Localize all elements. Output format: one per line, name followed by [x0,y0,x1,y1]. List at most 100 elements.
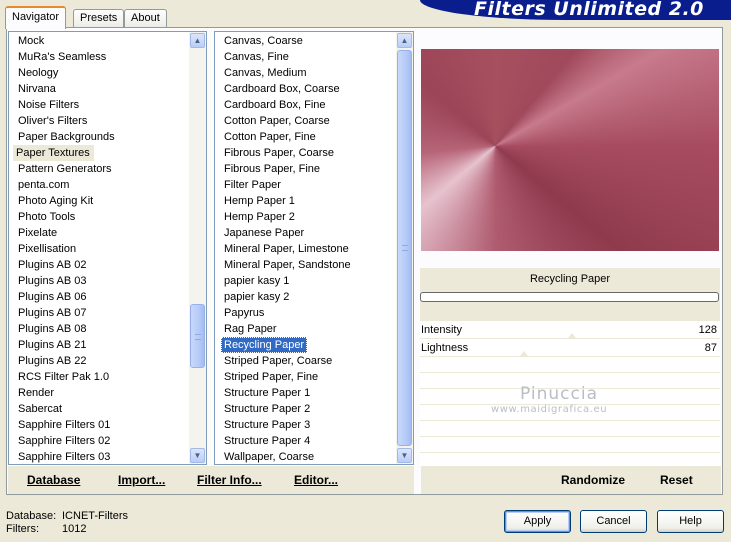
help-button[interactable]: Help [657,510,724,533]
list-item[interactable]: Recycling Paper [221,337,308,353]
slider-lightness[interactable]: Lightness 87 [420,338,720,356]
list-item[interactable]: Plugins AB 06 [11,289,206,305]
randomize-button[interactable]: Randomize [561,466,625,494]
list-item[interactable]: Papyrus [217,305,413,321]
chevron-up-icon: ▲ [193,36,202,45]
scroll-down-button[interactable]: ▼ [190,448,205,463]
watermark-url: www.maidigrafica.eu [491,404,608,415]
list-item[interactable]: Plugins AB 08 [11,321,206,337]
list-item[interactable]: Photo Aging Kit [11,193,206,209]
list-item[interactable]: Canvas, Fine [217,49,413,65]
list-item[interactable]: Sapphire Filters 02 [11,433,206,449]
import-button[interactable]: Import... [118,466,165,494]
tab-navigator[interactable]: Navigator [5,6,67,29]
list-item[interactable]: Structure Paper 1 [217,385,413,401]
scroll-thumb[interactable] [397,50,412,446]
filter-info-button[interactable]: Filter Info... [197,466,262,494]
list-item[interactable]: Neology [11,65,206,81]
editor-button[interactable]: Editor... [294,466,338,494]
list-item[interactable]: Cotton Paper, Fine [217,129,413,145]
filter-name-label: Recycling Paper [529,273,611,285]
filter-preview-image [421,49,719,251]
category-scrollbar[interactable]: ▲ ▼ [189,32,206,464]
filter-scrollbar[interactable]: ▲ ▼ [396,32,413,464]
slider-value: 128 [698,324,717,336]
slider-value: 87 [704,342,717,354]
list-item[interactable]: Rag Paper [217,321,413,337]
list-item[interactable]: Plugins AB 21 [11,337,206,353]
reset-button[interactable]: Reset [660,466,693,494]
list-item[interactable]: Cardboard Box, Coarse [217,81,413,97]
slider-label: Lightness [421,342,469,354]
list-item[interactable]: Cardboard Box, Fine [217,97,413,113]
list-item[interactable]: Photo Tools [11,209,206,225]
list-item[interactable]: Mock [11,33,206,49]
list-item[interactable]: Plugins AB 22 [11,353,206,369]
list-item[interactable]: Oliver's Filters [11,113,206,129]
list-item[interactable]: Sabercat [11,401,206,417]
chevron-down-icon: ▼ [193,451,202,460]
filter-listbox[interactable]: Canvas, Coarse Canvas, Fine Canvas, Medium… [214,31,414,465]
list-item[interactable]: Striped Paper, Coarse [217,353,413,369]
list-item[interactable]: Structure Paper 3 [217,417,413,433]
list-item[interactable]: Pixelate [11,225,206,241]
slider-intensity[interactable]: Intensity 128 [420,320,720,338]
slider-label: Intensity [421,324,462,336]
list-item[interactable]: Render [11,385,206,401]
scroll-up-button[interactable]: ▲ [397,33,412,48]
database-value: ICNET-Filters [62,510,128,522]
grip-icon [402,245,408,251]
apply-button[interactable]: Apply [504,510,571,533]
list-item[interactable]: Plugins AB 03 [11,273,206,289]
list-item[interactable]: Nirvana [11,81,206,97]
database-button[interactable]: Database [27,466,80,494]
list-item[interactable]: Hemp Paper 2 [217,209,413,225]
grip-icon [195,334,201,340]
list-item[interactable]: Pixellisation [11,241,206,257]
chevron-up-icon: ▲ [400,36,409,45]
list-item[interactable]: Structure Paper 2 [217,401,413,417]
empty-slider-row [420,436,720,452]
list-item[interactable]: Plugins AB 07 [11,305,206,321]
empty-slider-row [420,356,720,372]
list-item[interactable]: Cotton Paper, Coarse [217,113,413,129]
list-item[interactable]: penta.com [11,177,206,193]
scroll-up-button[interactable]: ▲ [190,33,205,48]
filters-label: Filters: [6,523,39,535]
list-item[interactable]: Mineral Paper, Sandstone [217,257,413,273]
scroll-down-button[interactable]: ▼ [397,448,412,463]
list-item[interactable]: Japanese Paper [217,225,413,241]
list-item[interactable]: Paper Backgrounds [11,129,206,145]
list-item[interactable]: Fibrous Paper, Coarse [217,145,413,161]
list-item[interactable]: Pattern Generators [11,161,206,177]
list-item[interactable]: MuRa's Seamless [11,49,206,65]
category-listbox[interactable]: Mock MuRa's Seamless Neology Nirvana Noise F… [8,31,207,465]
list-item[interactable]: Sapphire Filters 01 [11,417,206,433]
list-item[interactable]: RCS Filter Pak 1.0 [11,369,206,385]
list-item[interactable]: Noise Filters [11,97,206,113]
category-list: Mock MuRa's Seamless Neology Nirvana Noise F… [9,33,206,464]
list-item[interactable]: Wallpaper, Coarse [217,449,413,464]
navigator-panel: Mock MuRa's Seamless Neology Nirvana Noise F… [6,27,723,495]
list-item[interactable]: Striped Paper, Fine [217,369,413,385]
tab-presets[interactable]: Presets [73,9,125,28]
watermark-name: Pinuccia [520,384,598,404]
chevron-down-icon: ▼ [400,451,409,460]
list-item[interactable]: Canvas, Medium [217,65,413,81]
app-title: Filters Unlimited 2.0 [474,0,704,20]
list-item[interactable]: Sapphire Filters 03 [11,449,206,464]
list-item[interactable]: papier kasy 2 [217,289,413,305]
cancel-button[interactable]: Cancel [580,510,647,533]
list-item[interactable]: Plugins AB 02 [11,257,206,273]
list-item[interactable]: Paper Textures [13,145,94,161]
list-item[interactable]: Mineral Paper, Limestone [217,241,413,257]
list-item[interactable]: Filter Paper [217,177,413,193]
list-item[interactable]: Hemp Paper 1 [217,193,413,209]
list-item[interactable]: papier kasy 1 [217,273,413,289]
list-item[interactable]: Fibrous Paper, Fine [217,161,413,177]
divider [414,466,421,494]
list-item[interactable]: Structure Paper 4 [217,433,413,449]
tab-about[interactable]: About [124,9,167,28]
scroll-thumb[interactable] [190,304,205,368]
list-item[interactable]: Canvas, Coarse [217,33,413,49]
